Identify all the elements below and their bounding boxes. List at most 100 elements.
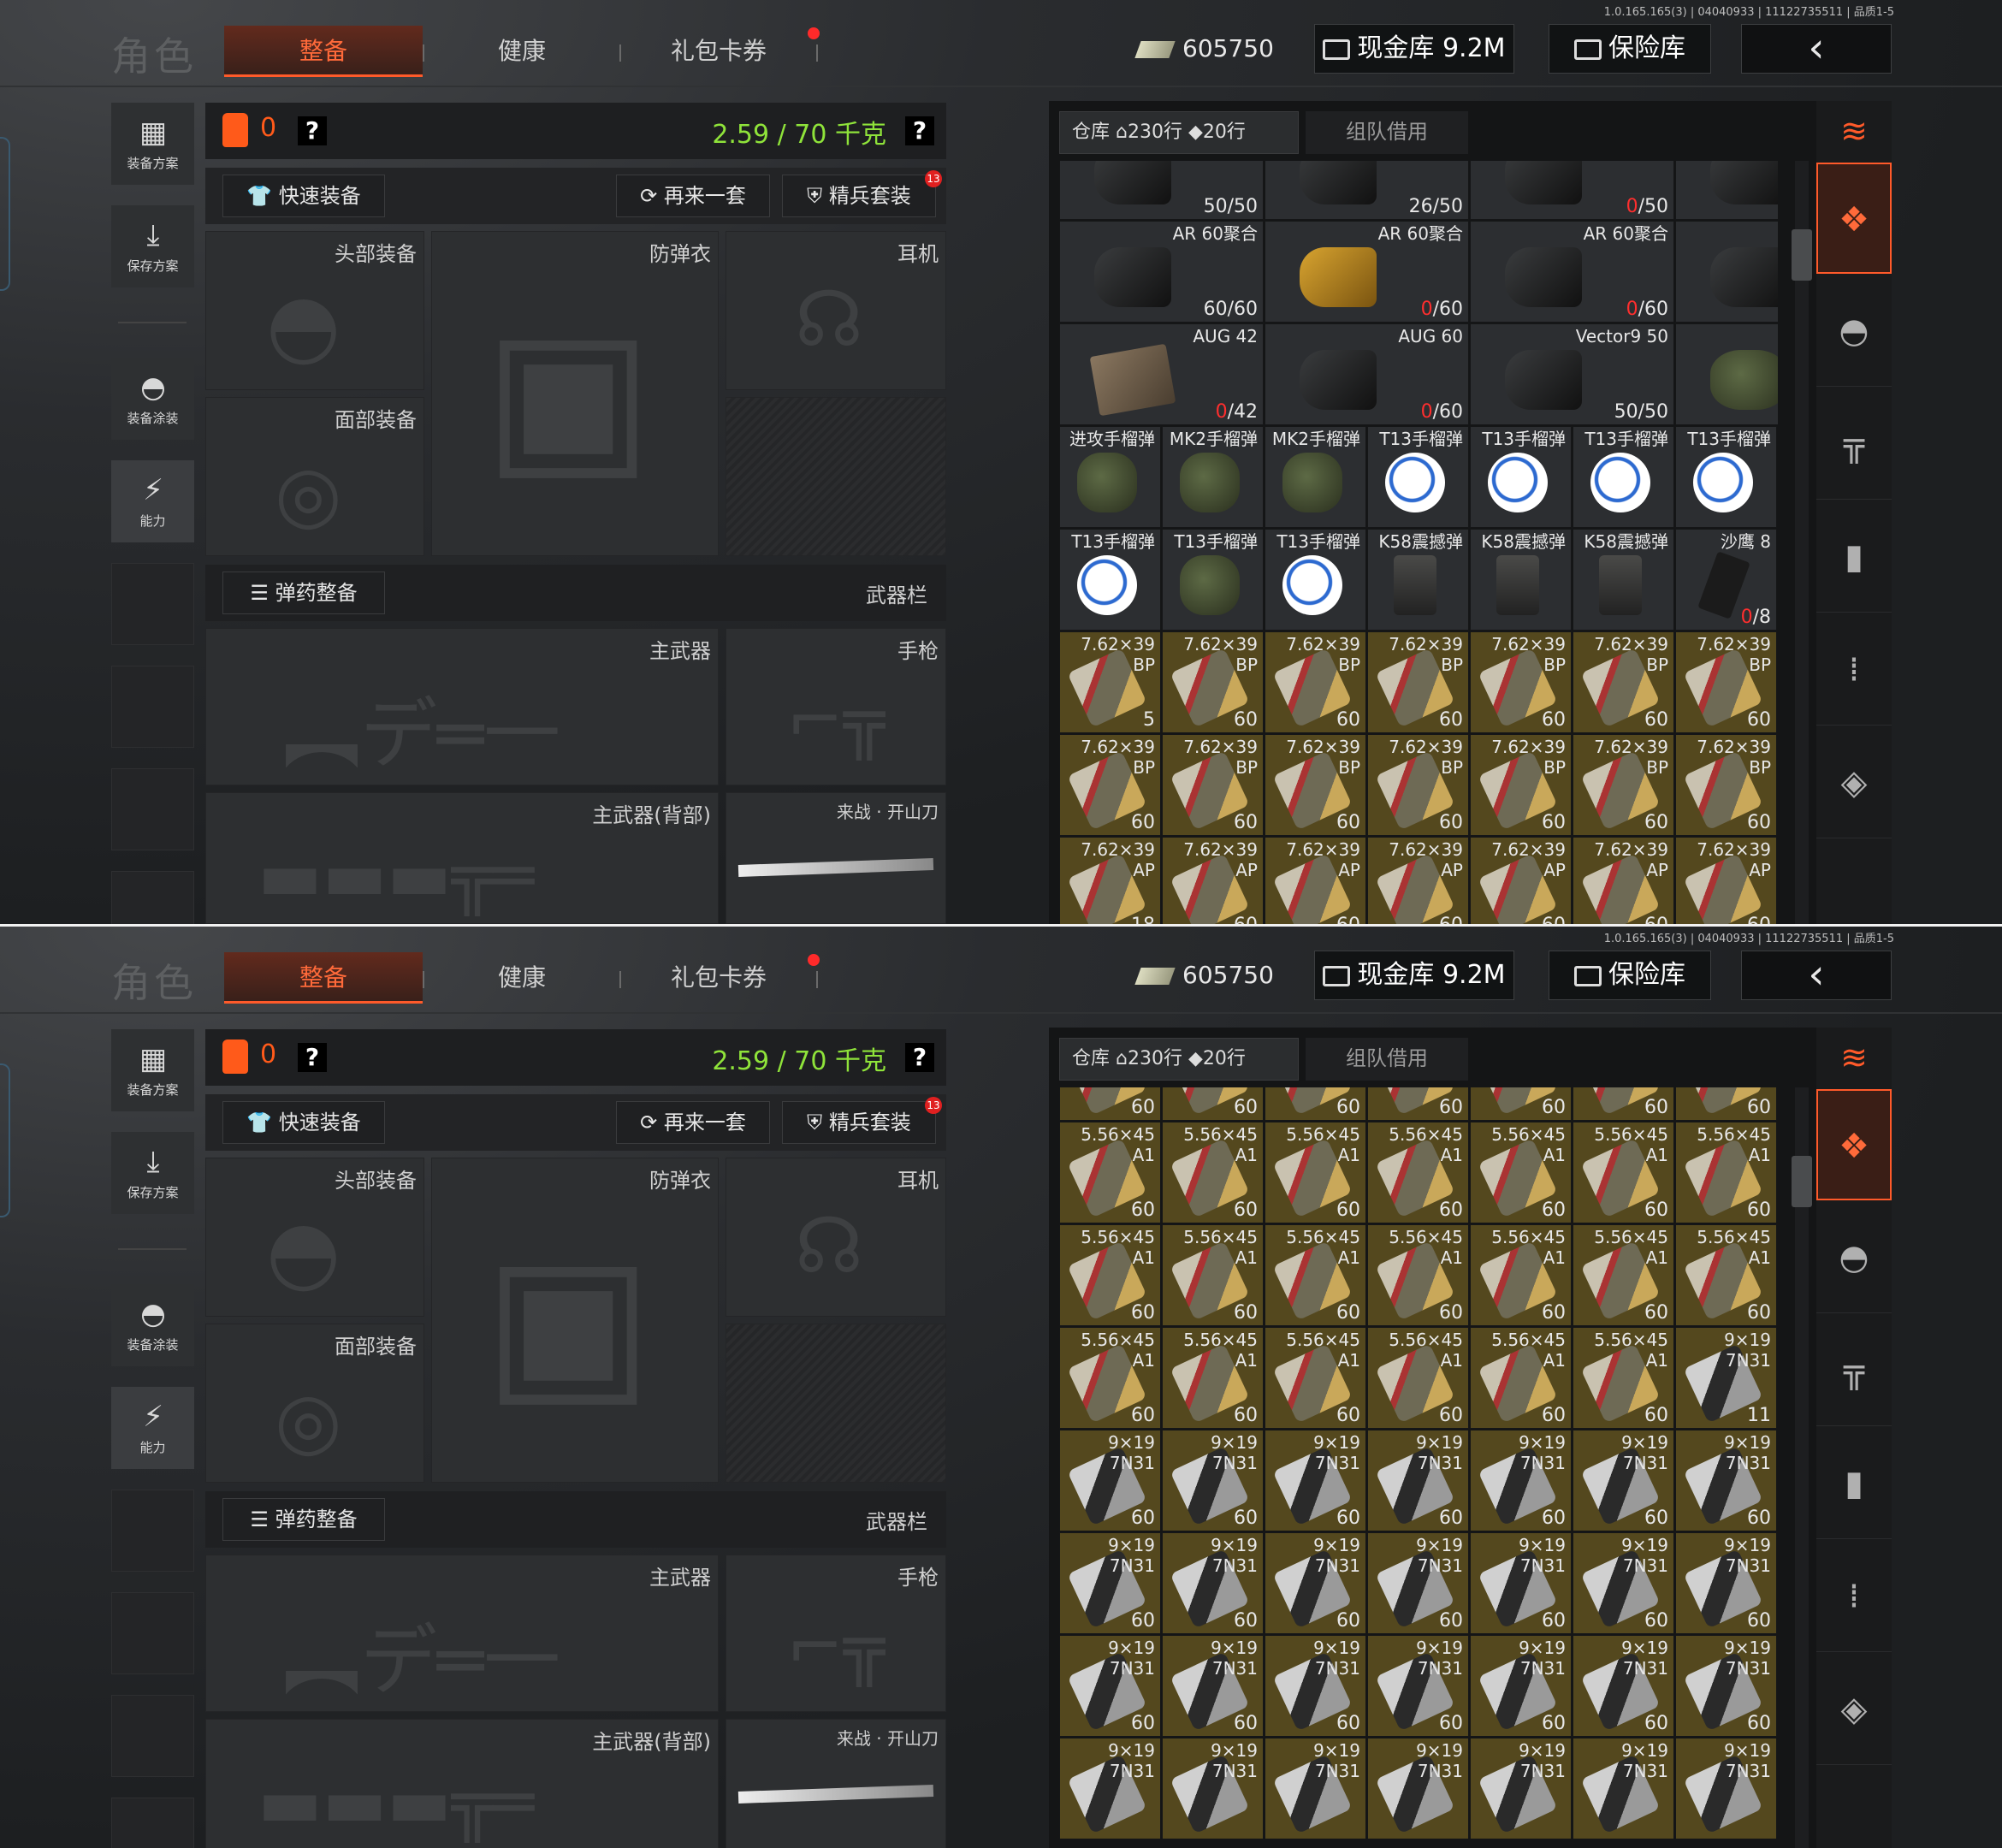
inventory-item[interactable]: MK2手榴弹 (1162, 426, 1264, 528)
inventory-item[interactable]: 49/60 (1675, 221, 1778, 323)
back-button[interactable]: ‹ (1741, 24, 1892, 74)
inventory-item[interactable]: 9×19 7N31 (1675, 1738, 1777, 1839)
tab-gift-coupons[interactable]: 礼包卡券 (633, 26, 804, 77)
back-weapon-slot[interactable]: 主武器(背部) ▬▬▬╦═ (205, 792, 719, 924)
inventory-item[interactable]: 5.56×45 A1 60 (1059, 1327, 1161, 1429)
inventory-item[interactable]: 9×19 7N31 60 (1675, 1635, 1777, 1737)
inventory-item[interactable]: 5.56×45 A1 60 (1675, 1122, 1777, 1223)
save-plan-button[interactable]: ⤓ 保存方案 (111, 1132, 194, 1214)
inventory-item[interactable]: 5.56×45 A1 60 (1162, 1224, 1264, 1326)
tab-equip[interactable]: 整备 (224, 952, 423, 1004)
primary-weapon-slot[interactable]: 主武器 ︻デ═一 (205, 628, 719, 785)
inventory-item[interactable]: T13手榴弹 (1675, 426, 1777, 528)
team-borrow-tab[interactable]: 组队借用 (1306, 1038, 1468, 1081)
help-icon[interactable]: ? (298, 116, 327, 145)
inventory-item[interactable]: T13手榴弹 (1367, 426, 1469, 528)
inventory-item[interactable]: 9×19 7N31 60 (1367, 1635, 1469, 1737)
inventory-item[interactable]: 9×19 7N31 60 (1059, 1532, 1161, 1634)
safe-box-button[interactable]: 保险库 (1549, 24, 1711, 74)
inventory-item[interactable]: 5.56×45 A1 60 (1470, 1327, 1572, 1429)
cash-vault-button[interactable]: 现金库 9.2M (1314, 24, 1514, 74)
inventory-item[interactable]: 9×19 7N31 60 (1265, 1532, 1366, 1634)
inventory-item[interactable]: 9×19 7N31 60 (1675, 1430, 1777, 1531)
inventory-item[interactable]: 5.56×45 A1 60 (1573, 1327, 1674, 1429)
inventory-item[interactable]: AR 60聚合 0/60 (1265, 221, 1469, 323)
inventory-item[interactable]: 7.62×39 AP 18 (1059, 837, 1161, 924)
tab-health[interactable]: 健康 (436, 26, 607, 77)
inventory-item[interactable]: 7.62×39 AP 60 (1162, 837, 1264, 924)
inventory-item[interactable]: 9×19 7N31 60 (1265, 1430, 1366, 1531)
inventory-item[interactable]: 9×19 7N31 (1059, 1738, 1161, 1839)
inventory-item[interactable]: 7.62×39 AP 60 (1573, 837, 1674, 924)
sort-icon[interactable]: ≋ (1816, 101, 1892, 161)
inventory-item[interactable]: 9×19 7N31 (1470, 1738, 1572, 1839)
inventory-item[interactable]: 7.62×39 AP 60 (1367, 837, 1469, 924)
inventory-item[interactable]: 9×19 7N31 60 (1675, 1532, 1777, 1634)
equip-again-button[interactable]: ⟳ 再来一套 (616, 175, 770, 217)
inventory-item[interactable]: 7.62×39 BP 60 (1367, 734, 1469, 836)
vest-slot[interactable]: 防弹衣 ▣ (431, 231, 719, 556)
inventory-item[interactable]: 9×19 7N31 60 (1367, 1430, 1469, 1531)
inventory-item[interactable]: K58震撼弹 (1470, 529, 1572, 631)
inventory-item[interactable]: Vector9 50 50/50 (1470, 323, 1674, 425)
inventory-item[interactable]: 5.56×45 A1 60 (1059, 1122, 1161, 1223)
inventory-item[interactable]: K58震撼弹 (1573, 529, 1674, 631)
inventory-item[interactable]: 5.56×45 A1 60 (1367, 1224, 1469, 1326)
quick-equip-button[interactable]: 👕 快速装备 (222, 175, 385, 217)
inventory-item[interactable]: 进攻手榴弹 (1059, 426, 1161, 528)
inventory-item[interactable]: 5.56×45 A1 60 (1367, 1122, 1469, 1223)
inventory-item[interactable]: K58震撼弹 (1367, 529, 1469, 631)
inventory-item[interactable]: 5.56×45 A1 60 (1265, 1122, 1366, 1223)
inventory-item[interactable] (1675, 161, 1778, 220)
inventory-item[interactable]: AUG 42 0/42 (1059, 323, 1264, 425)
inventory-item[interactable]: 7.62×39 BP 60 (1162, 734, 1264, 836)
rifle-category-icon[interactable]: ╦ (1816, 1315, 1892, 1426)
tab-gift-coupons[interactable]: 礼包卡券 (633, 952, 804, 1004)
weight-help-icon[interactable]: ? (905, 116, 934, 145)
inventory-item[interactable]: 7.62×39 BP 60 (1573, 631, 1674, 733)
loadout-plan-button[interactable]: ▦ 装备方案 (111, 103, 194, 185)
inventory-item[interactable]: 5.56×45 A1 60 (1059, 1224, 1161, 1326)
inventory-item[interactable]: 9×19 7N31 60 (1470, 1635, 1572, 1737)
inventory-item[interactable]: T13手榴弹 (1059, 529, 1161, 631)
inventory-item[interactable]: AR 60聚合 60/60 (1059, 221, 1264, 323)
quick-equip-button[interactable]: 👕 快速装备 (222, 1101, 385, 1144)
inventory-item[interactable]: 9×19 7N31 60 (1162, 1532, 1264, 1634)
help-icon[interactable]: ? (298, 1043, 327, 1072)
rifle-category-icon[interactable]: ╦ (1816, 388, 1892, 500)
inventory-item[interactable]: 60 (1265, 1087, 1366, 1121)
inventory-item[interactable]: AUG 60 0/60 (1265, 323, 1469, 425)
headset-slot[interactable]: 耳机 ☊ (726, 1158, 946, 1317)
inventory-item[interactable]: 5.56×45 A1 60 (1367, 1327, 1469, 1429)
inventory-scrollbar[interactable] (1792, 229, 1812, 281)
inventory-item[interactable]: 9×19 7N31 60 (1265, 1635, 1366, 1737)
helmet-category-icon[interactable]: ◓ (1816, 1202, 1892, 1313)
elite-kit-button[interactable]: ⛨ 精兵套装 13 (782, 1097, 942, 1144)
inventory-item[interactable]: 0/50 (1470, 161, 1674, 220)
inventory-item[interactable]: 9×19 7N31 60 (1059, 1635, 1161, 1737)
inventory-item[interactable]: 5.56×45 A1 60 (1265, 1327, 1366, 1429)
inventory-item[interactable]: 5.56×45 A1 60 (1470, 1224, 1572, 1326)
team-borrow-tab[interactable]: 组队借用 (1306, 111, 1468, 154)
inventory-item[interactable]: 26/50 (1265, 161, 1469, 220)
inventory-item[interactable]: 60 (1162, 1087, 1264, 1121)
equip-again-button[interactable]: ⟳ 再来一套 (616, 1101, 770, 1144)
inventory-item[interactable]: 50/50 (1059, 161, 1264, 220)
ammo-category-icon[interactable]: ⁞ (1816, 614, 1892, 726)
inventory-item[interactable]: 7.62×39 BP 60 (1059, 734, 1161, 836)
inventory-item[interactable]: 7.62×39 BP 60 (1675, 631, 1777, 733)
ammo-equip-button[interactable]: ☰ 弹药整备 (222, 1498, 385, 1541)
ability-button[interactable]: ⚡ 能力 (111, 1387, 194, 1469)
inventory-item[interactable]: T13手榴弹 (1470, 426, 1572, 528)
inventory-item[interactable]: T13手榴弹 (1573, 426, 1674, 528)
inventory-item[interactable]: 7.62×39 BP 60 (1675, 734, 1777, 836)
inventory-item[interactable]: 9×19 7N31 60 (1367, 1532, 1469, 1634)
back-weapon-slot[interactable]: 主武器(背部) ▬▬▬╦═ (205, 1719, 719, 1848)
inventory-item[interactable]: 9×19 7N31 60 (1573, 1430, 1674, 1531)
inventory-item[interactable]: 7.62×39 AP 60 (1675, 837, 1777, 924)
melee-slot[interactable]: 来战 · 开山刀 (726, 1719, 946, 1848)
equipment-skin-button[interactable]: ◓ 装备涂装 (111, 358, 194, 440)
head-slot[interactable]: 头部装备 ◓ (205, 231, 424, 390)
elite-kit-button[interactable]: ⛨ 精兵套装 13 (782, 170, 942, 217)
inventory-item[interactable]: 5.56×45 A1 60 (1675, 1224, 1777, 1326)
